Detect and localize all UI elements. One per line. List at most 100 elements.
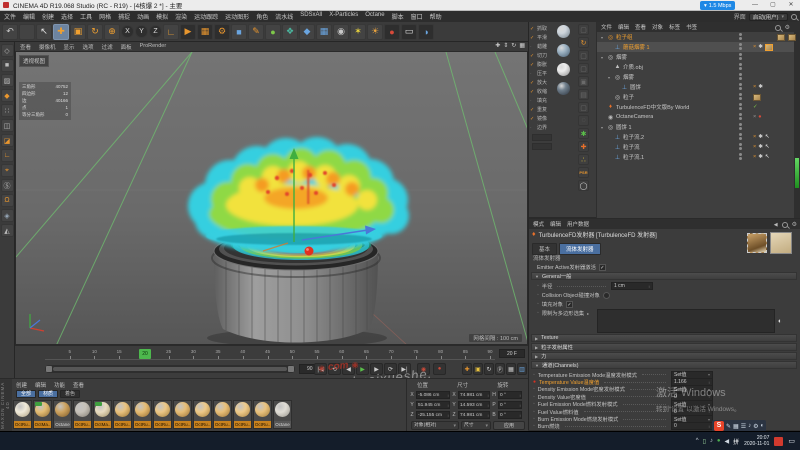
visibility-toggles[interactable]	[739, 143, 742, 150]
sparkle-tag-icon[interactable]: ✱	[758, 84, 763, 90]
material-tab-全部[interactable]: 全部	[16, 390, 36, 398]
object-tree-item[interactable]: ▲介质.obj	[597, 62, 794, 72]
coord-system-icon[interactable]: ∟	[163, 24, 179, 40]
brush-check-icon[interactable]: ✓	[530, 35, 535, 41]
network-speed-badge[interactable]: ▾1.5 Mbps	[700, 1, 735, 10]
render-dot[interactable]	[739, 37, 742, 40]
texture-preview-selected[interactable]	[747, 233, 767, 253]
am-lock-icon[interactable]: ⚙	[792, 221, 797, 228]
menu-item-选择[interactable]: 选择	[61, 12, 73, 21]
texture-tag[interactable]	[788, 34, 796, 41]
search-icon[interactable]	[791, 14, 797, 20]
om-menu-查看[interactable]: 查看	[635, 23, 646, 31]
x-tag-icon[interactable]: ×	[753, 84, 756, 90]
brush-check-icon[interactable]: ✓	[530, 53, 535, 59]
brush-item-压平[interactable]: ·压平	[530, 69, 555, 78]
material-thumbnail[interactable]: OctRu..	[193, 400, 212, 429]
playhead[interactable]: 20	[139, 349, 151, 359]
visibility-toggles[interactable]	[739, 63, 742, 70]
brush-check-icon[interactable]: ·	[530, 44, 535, 50]
menu-item-编辑[interactable]: 编辑	[23, 12, 35, 21]
tab-流体发射器[interactable]: 流体发射器	[559, 243, 601, 255]
visibility-dot[interactable]	[739, 123, 742, 126]
position-field[interactable]: 51.945 cm	[416, 401, 450, 409]
brush-item-蜡雕[interactable]: ·蜡雕	[530, 42, 555, 51]
add-environment-icon[interactable]: ▦	[316, 24, 332, 40]
live-selection-icon[interactable]: ↖	[36, 24, 52, 40]
menu-item-创建[interactable]: 创建	[42, 12, 54, 21]
rotate-view-icon[interactable]: ↻	[511, 42, 516, 49]
am-search-icon[interactable]	[782, 222, 788, 228]
axis-mode-icon[interactable]: ∟	[1, 149, 14, 162]
am-menu-用户数据[interactable]: 用户数据	[567, 220, 589, 228]
record-position-button[interactable]: ✚	[462, 363, 472, 375]
size-field[interactable]: 14.593 cm	[458, 401, 490, 409]
object-tree-item[interactable]: ⊥粒子流.2×✱↖	[597, 132, 794, 142]
sparkle-tag-icon[interactable]: ✱	[758, 154, 763, 160]
om-menu-对象[interactable]: 对象	[652, 23, 663, 31]
object-tree-item[interactable]: ⊥粒子流.1×✱↖	[597, 152, 794, 162]
material-menu-创建[interactable]: 创建	[16, 381, 27, 389]
range-handle-left[interactable]	[46, 366, 52, 372]
render-dot[interactable]	[739, 117, 742, 120]
render-dot[interactable]	[739, 157, 742, 160]
menu-item-运动图形[interactable]: 运动图形	[225, 12, 249, 21]
anim-dot[interactable]: ◦	[537, 310, 539, 316]
ime-mic-icon[interactable]: ♪	[748, 423, 751, 430]
position-field[interactable]: -5.086 cm	[416, 391, 450, 399]
brush-item-边界[interactable]: ·边界	[530, 123, 555, 132]
record-rotation-button[interactable]: ↻	[484, 363, 494, 375]
sun-icon[interactable]: ☀	[367, 24, 383, 40]
lock-x-icon[interactable]: X	[121, 25, 134, 38]
undo-icon[interactable]: ↶	[2, 24, 18, 40]
brush-check-icon[interactable]: ·	[530, 125, 535, 131]
material-thumbnail[interactable]: OctRu..	[213, 400, 232, 429]
anim-dot[interactable]: ◦	[537, 283, 539, 289]
material-thumbnail[interactable]: OctMa..	[33, 400, 52, 429]
material-thumbnail[interactable]: Octane	[273, 400, 292, 429]
soft-selection-icon[interactable]: Ⓢ	[1, 179, 14, 192]
size-mode-dropdown[interactable]: 尺寸▾	[461, 421, 491, 430]
position-mode-dropdown[interactable]: 对象(相对)▾	[411, 421, 459, 430]
visibility-toggles[interactable]	[739, 113, 742, 120]
size-field[interactable]: 74.981 cm	[458, 411, 490, 419]
texture-preview[interactable]	[770, 232, 792, 254]
circle-icon[interactable]: ◯	[578, 180, 589, 191]
material-thumbnail[interactable]: OctRu..	[133, 400, 152, 429]
recycle-icon[interactable]: ↻	[578, 37, 589, 48]
record-icon[interactable]: ●	[384, 24, 400, 40]
anim-dot[interactable]: ◦	[533, 409, 535, 415]
size-field[interactable]: 74.981 cm	[458, 391, 490, 399]
add-light-icon[interactable]: ✶	[350, 24, 366, 40]
material-tab-着色[interactable]: 着色	[60, 390, 80, 398]
menu-item-流水线[interactable]: 流水线	[275, 12, 293, 21]
anim-dot[interactable]: ◦	[533, 416, 535, 422]
add-generator-icon[interactable]: ❖	[282, 24, 298, 40]
enable-snap-icon[interactable]: ⌖	[1, 164, 14, 177]
history-slot[interactable]	[19, 24, 35, 40]
timeline-mode-button[interactable]: ▥	[517, 363, 527, 375]
render-view-icon[interactable]: ▶	[180, 24, 196, 40]
texture-tag[interactable]	[753, 94, 761, 101]
menu-item-捕捉[interactable]: 捕捉	[118, 12, 130, 21]
fill-checkbox[interactable]: ✓	[566, 301, 573, 308]
brush-check-icon[interactable]: ·	[530, 98, 535, 104]
object-tree-item[interactable]: ◎粒子	[597, 92, 794, 102]
pan-view-icon[interactable]: ✚	[495, 42, 500, 49]
am-menu-编辑[interactable]: 编辑	[550, 220, 561, 228]
render-dot[interactable]	[739, 107, 742, 110]
octane-tag-icon[interactable]: ●	[758, 114, 761, 120]
add-camera-icon[interactable]: ◉	[333, 24, 349, 40]
material-tab-材质[interactable]: 材质	[38, 390, 58, 398]
collision-checkbox[interactable]	[603, 292, 610, 299]
lock-z-icon[interactable]: Z	[149, 25, 162, 38]
rotation-field[interactable]: 0 °	[498, 411, 522, 419]
x-tag-icon[interactable]: ×	[753, 134, 756, 140]
visibility-dot[interactable]	[739, 133, 742, 136]
smooth-brush-icon[interactable]: ◌	[578, 115, 589, 126]
object-tree-item[interactable]: ▾◎粒子组	[597, 32, 794, 42]
lock-y-icon[interactable]: Y	[135, 25, 148, 38]
brush-item-填充[interactable]: ·填充	[530, 96, 555, 105]
emitter-sphere[interactable]	[305, 247, 314, 256]
visibility-dot[interactable]	[739, 103, 742, 106]
